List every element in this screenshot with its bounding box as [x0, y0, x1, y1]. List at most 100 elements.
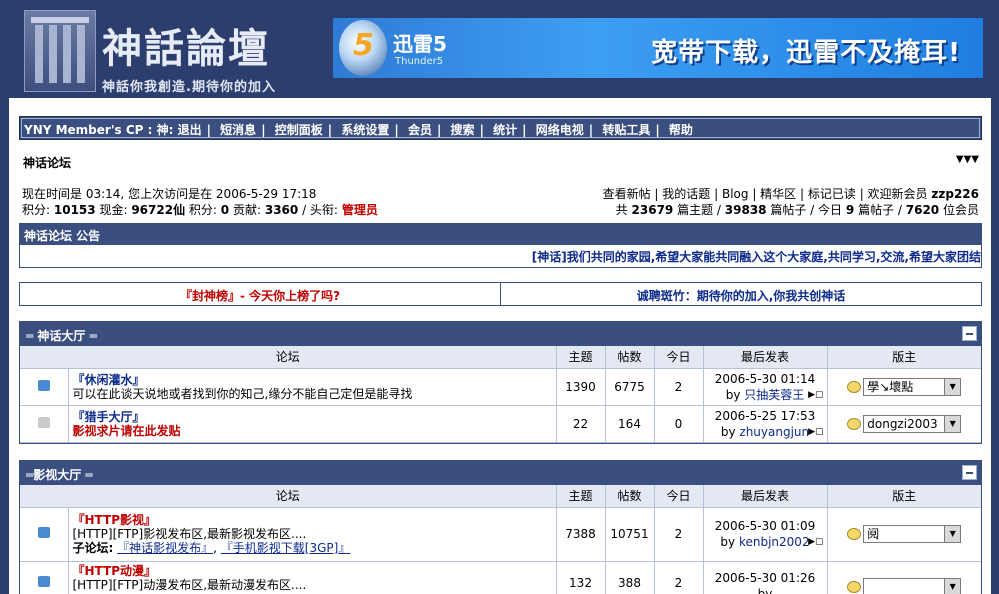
stats-posts: 39838: [724, 203, 767, 217]
announcement-box: 神话论坛 公告 [神话]我们共同的家园,希望大家能共同融入这个大家庭,共同学习,…: [19, 223, 982, 268]
forum-description: [HTTP][FTP]动漫发布区,最新动漫发布区....: [72, 577, 307, 592]
stats-text-5: 位会员: [942, 203, 979, 217]
moderator-select[interactable]: 阋 ▼: [863, 525, 962, 543]
goto-last-post-icon[interactable]: ▶▢: [808, 387, 823, 403]
recruit-moderators-link[interactable]: 诚聘斑竹：期待你的加入,你我共创神话: [501, 283, 981, 305]
logo-title: 神話論壇: [102, 25, 270, 72]
category-title[interactable]: 神话大厅: [37, 329, 85, 343]
moderator-select[interactable]: ▼: [863, 577, 962, 594]
stats-text-3: 篇帖子 / 今日: [770, 203, 843, 217]
points-value: 10153: [53, 203, 96, 217]
stats-text-1: 共: [615, 203, 628, 217]
logout-link[interactable]: 退出: [178, 123, 202, 137]
category-header: ═影视大厅 ═: [20, 461, 981, 485]
chevron-down-icon: ▼: [944, 578, 961, 594]
scroll-arrows-icon[interactable]: ▼▼▼: [956, 154, 979, 165]
help-link[interactable]: 帮助: [669, 123, 693, 137]
moderator-selected: 學↘壞點: [867, 379, 914, 394]
my-topics-link[interactable]: 我的话题: [662, 187, 710, 201]
thunder-ad-banner[interactable]: 5 迅雷5 Thunder5 宽带下载，迅雷不及掩耳!: [333, 18, 983, 78]
last-post-author[interactable]: zhuyangjun: [739, 425, 809, 439]
moderator-select[interactable]: dongzi2003 ▼: [863, 414, 962, 433]
site-logo[interactable]: 神話論壇 神話你我創造.期待你的加入: [20, 8, 310, 95]
digest-link[interactable]: 精华区: [760, 187, 796, 201]
subforum-label: 子论坛:: [72, 541, 114, 555]
col-topics: 主题: [556, 346, 606, 369]
member-toolbar: YNY Member's CP : 神: 退出 | 短消息 | 控制面板 | 系统设置…: [19, 116, 982, 140]
forum-today: 0: [654, 405, 704, 443]
web-tv-link[interactable]: 网络电视: [536, 123, 584, 137]
goto-last-post-icon[interactable]: ▶▢: [808, 424, 823, 440]
stats-text-2: 篇主题 /: [677, 203, 721, 217]
stats-link[interactable]: 统计: [493, 123, 517, 137]
forum-name-link[interactable]: 『猎手大厅』: [73, 410, 552, 424]
breadcrumb[interactable]: 神话论坛: [23, 154, 71, 171]
announcement-title: 神话论坛 公告: [20, 224, 981, 245]
subforum-link[interactable]: 『手机影视下载[3GP]』: [221, 541, 351, 555]
last-post-date: 2006-5-30 01:14: [714, 371, 816, 386]
members-link[interactable]: 会员: [408, 123, 432, 137]
new-posts-link[interactable]: 查看新帖: [603, 187, 651, 201]
col-moderator: 版主: [827, 485, 981, 508]
contrib-value: 3360: [264, 203, 299, 217]
welcome-label: 欢迎新会员: [867, 187, 928, 201]
forum-description: 可以在此谈天说地或者找到你的知己,缘分不能自己定但是能寻找: [72, 386, 413, 401]
hall-of-fame-link[interactable]: 『封神榜』- 今天你上榜了吗?: [20, 283, 501, 305]
search-link[interactable]: 搜索: [451, 123, 475, 137]
table-row: 『HTTP影视』 [HTTP][FTP]影视发布区,最新影视发布区.... 子论…: [20, 507, 981, 562]
new-member-link[interactable]: zzp226: [931, 187, 979, 201]
by-label: by: [725, 387, 741, 402]
user-title-value: 管理员: [341, 203, 378, 217]
forum-new-posts-icon: [37, 527, 50, 538]
announcement-marquee[interactable]: [神话]我们共同的家园,希望大家能共同融入这个大家庭,共同学习,交流,希望大家团…: [20, 245, 981, 267]
forum-description: [HTTP][FTP]影视发布区,最新影视发布区....: [72, 527, 307, 541]
last-post-date: 2006-5-30 01:09: [714, 519, 816, 533]
promo-bar: 『封神榜』- 今天你上榜了吗? 诚聘斑竹：期待你的加入,你我共创神话: [19, 282, 982, 306]
moderator-selected: dongzi2003: [867, 416, 938, 431]
table-row: 『猎手大厅』 影视求片请在此发贴 22 164 0 2006-5-25 17:5…: [20, 405, 981, 443]
collapse-icon[interactable]: [962, 465, 977, 480]
forum-table: 论坛 主题 帖数 今日 最后发表 版主 『HTTP影视』 [HTTP][FTP]…: [20, 485, 981, 594]
col-forum: 论坛: [20, 346, 557, 369]
forum-topics: 1390: [556, 368, 606, 406]
forum-posts: 164: [605, 405, 655, 443]
category-title[interactable]: 影视大厅: [33, 468, 81, 482]
col-posts: 帖数: [605, 346, 655, 369]
stats-text-4: 篇帖子 /: [858, 203, 902, 217]
moderator-select[interactable]: 學↘壞點 ▼: [863, 377, 962, 396]
control-panel-link[interactable]: 控制面板: [275, 123, 323, 137]
subforum-link[interactable]: 『神话影视发布』: [117, 541, 213, 555]
forum-today: 2: [654, 368, 704, 406]
stats-topics: 23679: [631, 203, 674, 217]
col-today: 今日: [654, 485, 704, 508]
chevron-down-icon: ▼: [944, 415, 961, 432]
goto-last-post-icon[interactable]: ▶▢: [808, 534, 823, 550]
last-post-author[interactable]: kenbjn2002: [739, 535, 810, 549]
forum-description: 影视求片请在此发贴: [72, 423, 181, 438]
last-post-author[interactable]: 只抽芙蓉王: [744, 388, 804, 402]
mark-read-link[interactable]: 标记已读: [808, 187, 856, 201]
forum-name-link[interactable]: 『HTTP影视』: [73, 513, 552, 527]
forum-today: 2: [654, 507, 704, 562]
blog-link[interactable]: Blog: [722, 187, 749, 201]
last-post-date: 2006-5-25 17:53: [714, 408, 816, 423]
col-today: 今日: [654, 346, 704, 369]
collapse-icon[interactable]: [962, 326, 977, 341]
system-settings-link[interactable]: 系统设置: [341, 123, 389, 137]
messages-link[interactable]: 短消息: [220, 123, 256, 137]
repost-tool-link[interactable]: 转贴工具: [602, 123, 650, 137]
col-posts: 帖数: [605, 485, 655, 508]
col-topics: 主题: [556, 485, 606, 508]
forum-name-link[interactable]: 『休闲灌水』: [73, 373, 552, 387]
col-moderator: 版主: [827, 346, 981, 369]
forum-name-link[interactable]: 『HTTP动漫』: [73, 564, 552, 578]
forum-new-posts-icon: [37, 575, 50, 587]
moderator-face-icon: [847, 380, 862, 393]
chevron-down-icon: ▼: [944, 526, 961, 542]
main-content: YNY Member's CP : 神: 退出 | 短消息 | 控制面板 | 系统设置…: [9, 98, 991, 594]
forum-topics: 22: [556, 405, 606, 443]
stats-today: 9: [845, 203, 855, 217]
by-label: by: [757, 586, 773, 594]
forum-posts: 10751: [605, 507, 655, 562]
user-info: 现在时间是 03:14, 您上次访问是在 2006-5-29 17:18 积分:…: [22, 186, 378, 218]
